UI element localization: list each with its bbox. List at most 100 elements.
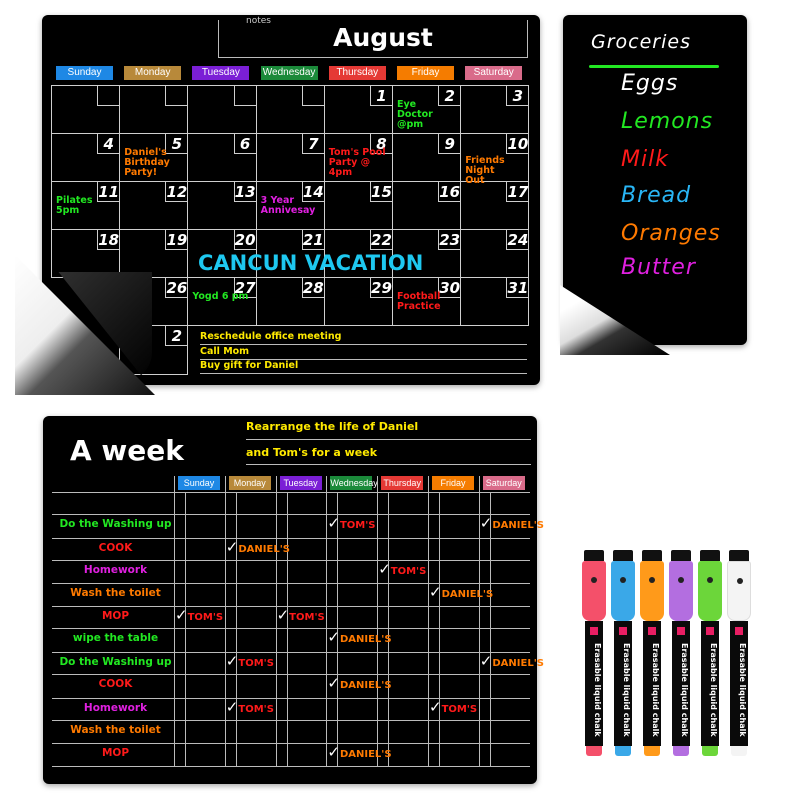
- calendar-day-cell[interactable]: 29: [323, 277, 393, 326]
- calendar-day-cell[interactable]: 1: [323, 85, 393, 134]
- checkmark-icon: ✓: [327, 628, 340, 646]
- checkmark-icon: ✓: [276, 606, 290, 624]
- calendar-day-cell[interactable]: 28: [255, 277, 325, 326]
- day-header-saturday: Saturday: [465, 66, 523, 80]
- calendar-day-cell[interactable]: [187, 85, 257, 134]
- day-header-wednesday: Wednesday: [260, 66, 318, 80]
- calendar-day-cell[interactable]: [255, 85, 325, 134]
- calendar-day-cell[interactable]: 16: [392, 181, 462, 230]
- chalk-marker[interactable]: Erasable liquid chalk: [582, 550, 606, 756]
- week-day-header-thursday: Thursday: [381, 476, 424, 490]
- chore-check[interactable]: ✓DANIEL'S: [480, 514, 544, 532]
- chore-label: Homework: [83, 564, 148, 576]
- note-task: Buy gift for Daniel: [200, 360, 527, 374]
- groceries-underline: [589, 65, 719, 68]
- chalk-marker[interactable]: Erasable liquid chalk: [698, 550, 722, 756]
- date-number: 29: [369, 278, 392, 298]
- marker-body: Erasable liquid chalk: [614, 621, 632, 746]
- date-number: 20: [233, 230, 256, 250]
- date-number: 3: [506, 86, 529, 106]
- grid-line: [52, 514, 530, 515]
- calendar-day-cell[interactable]: 3: [460, 85, 530, 134]
- brand-logo-icon: [735, 627, 743, 635]
- day-header-monday: Monday: [124, 66, 182, 80]
- checkmark-icon: ✓: [225, 538, 239, 556]
- chalk-marker[interactable]: Erasable liquid chalk: [611, 550, 635, 756]
- groceries-title: Groceries: [591, 31, 691, 53]
- calendar-event: Friends Night Out: [465, 155, 505, 186]
- chalk-marker[interactable]: Erasable liquid chalk: [727, 550, 751, 756]
- chore-check[interactable]: ✓DANIEL'S: [327, 674, 391, 692]
- calendar-day-cell[interactable]: 17: [460, 181, 530, 230]
- week-subtitle-2: and Tom's for a week: [246, 446, 531, 465]
- assignee-name: TOM'S: [238, 704, 274, 715]
- chore-label: MOP: [101, 610, 130, 622]
- grid-line: [52, 538, 530, 539]
- chore-check[interactable]: ✓TOM'S: [226, 698, 274, 716]
- assignee-name: TOM'S: [441, 704, 478, 715]
- calendar-day-cell[interactable]: 6: [187, 133, 257, 182]
- marker-body: Erasable liquid chalk: [672, 621, 690, 746]
- calendar-day-cell[interactable]: 12: [119, 181, 189, 230]
- calendar-day-cell[interactable]: 18: [51, 229, 121, 278]
- chore-check[interactable]: ✓DANIEL'S: [226, 538, 290, 556]
- calendar-day-cell[interactable]: 9: [392, 133, 462, 182]
- chore-check[interactable]: ✓TOM'S: [429, 698, 477, 716]
- calendar-day-cell[interactable]: 13: [187, 181, 257, 230]
- grid-line: [52, 492, 530, 493]
- brand-logo-icon: [648, 627, 656, 635]
- chalk-marker[interactable]: Erasable liquid chalk: [640, 550, 664, 756]
- grocery-item: Eggs: [621, 71, 679, 96]
- marker-grip: [669, 561, 693, 621]
- eraser-cap: [729, 550, 749, 561]
- date-number: 21: [301, 230, 324, 250]
- chore-label: Homework: [83, 702, 148, 714]
- week-day-header-friday: Friday: [432, 476, 474, 490]
- grocery-item: Lemons: [621, 109, 714, 134]
- calendar-event: Yogd 6 pm: [192, 291, 249, 302]
- grid-line: [52, 652, 530, 653]
- calendar-day-cell[interactable]: [119, 85, 189, 134]
- date-number: 24: [506, 230, 529, 250]
- calendar-day-cell[interactable]: 24: [460, 229, 530, 278]
- calendar-day-cell[interactable]: 4: [51, 133, 121, 182]
- marker-body: Erasable liquid chalk: [585, 621, 603, 746]
- chore-check[interactable]: ✓TOM'S: [378, 560, 426, 578]
- brand-logo-icon: [677, 627, 685, 635]
- date-number: 13: [233, 182, 256, 202]
- date-number: 9: [438, 134, 461, 154]
- calendar-event: Pilates 5pm: [56, 195, 93, 216]
- date-number: 1: [369, 86, 392, 106]
- grid-line: [52, 628, 530, 629]
- grocery-item: Milk: [621, 147, 669, 172]
- calendar-day-cell[interactable]: [51, 85, 121, 134]
- date-number: 28: [301, 278, 324, 298]
- calendar-day-cell[interactable]: 31: [460, 277, 530, 326]
- chore-check[interactable]: ✓TOM'S: [175, 606, 223, 624]
- brand-logo-icon: [619, 627, 627, 635]
- vacation-banner: CANCUN VACATION: [198, 251, 424, 275]
- eraser-cap: [613, 550, 633, 561]
- chore-check[interactable]: ✓TOM'S: [327, 514, 375, 532]
- chore-check[interactable]: ✓TOM'S: [226, 652, 274, 670]
- grid-line: [185, 492, 186, 766]
- calendar-event: Tom's Pool Party @ 4pm: [328, 147, 386, 178]
- chore-check[interactable]: ✓DANIEL'S: [480, 652, 544, 670]
- calendar-day-cell[interactable]: 19: [119, 229, 189, 278]
- eraser-cap: [584, 550, 604, 561]
- calendar-day-cell[interactable]: 7: [255, 133, 325, 182]
- assignee-name: DANIEL'S: [339, 749, 392, 760]
- brand-logo-icon: [590, 627, 598, 635]
- assignee-name: TOM'S: [390, 566, 427, 577]
- chore-check[interactable]: ✓TOM'S: [277, 606, 325, 624]
- grid-line: [377, 476, 379, 766]
- date-number: 12: [165, 182, 188, 202]
- chore-check[interactable]: ✓DANIEL'S: [429, 583, 493, 601]
- chalk-marker[interactable]: Erasable liquid chalk: [669, 550, 693, 756]
- chore-check[interactable]: ✓DANIEL'S: [327, 628, 391, 646]
- chore-check[interactable]: ✓DANIEL'S: [327, 743, 391, 761]
- eraser-cap: [700, 550, 720, 561]
- calendar-day-cell[interactable]: 15: [323, 181, 393, 230]
- marker-body: Erasable liquid chalk: [701, 621, 719, 746]
- date-number: 16: [438, 182, 461, 202]
